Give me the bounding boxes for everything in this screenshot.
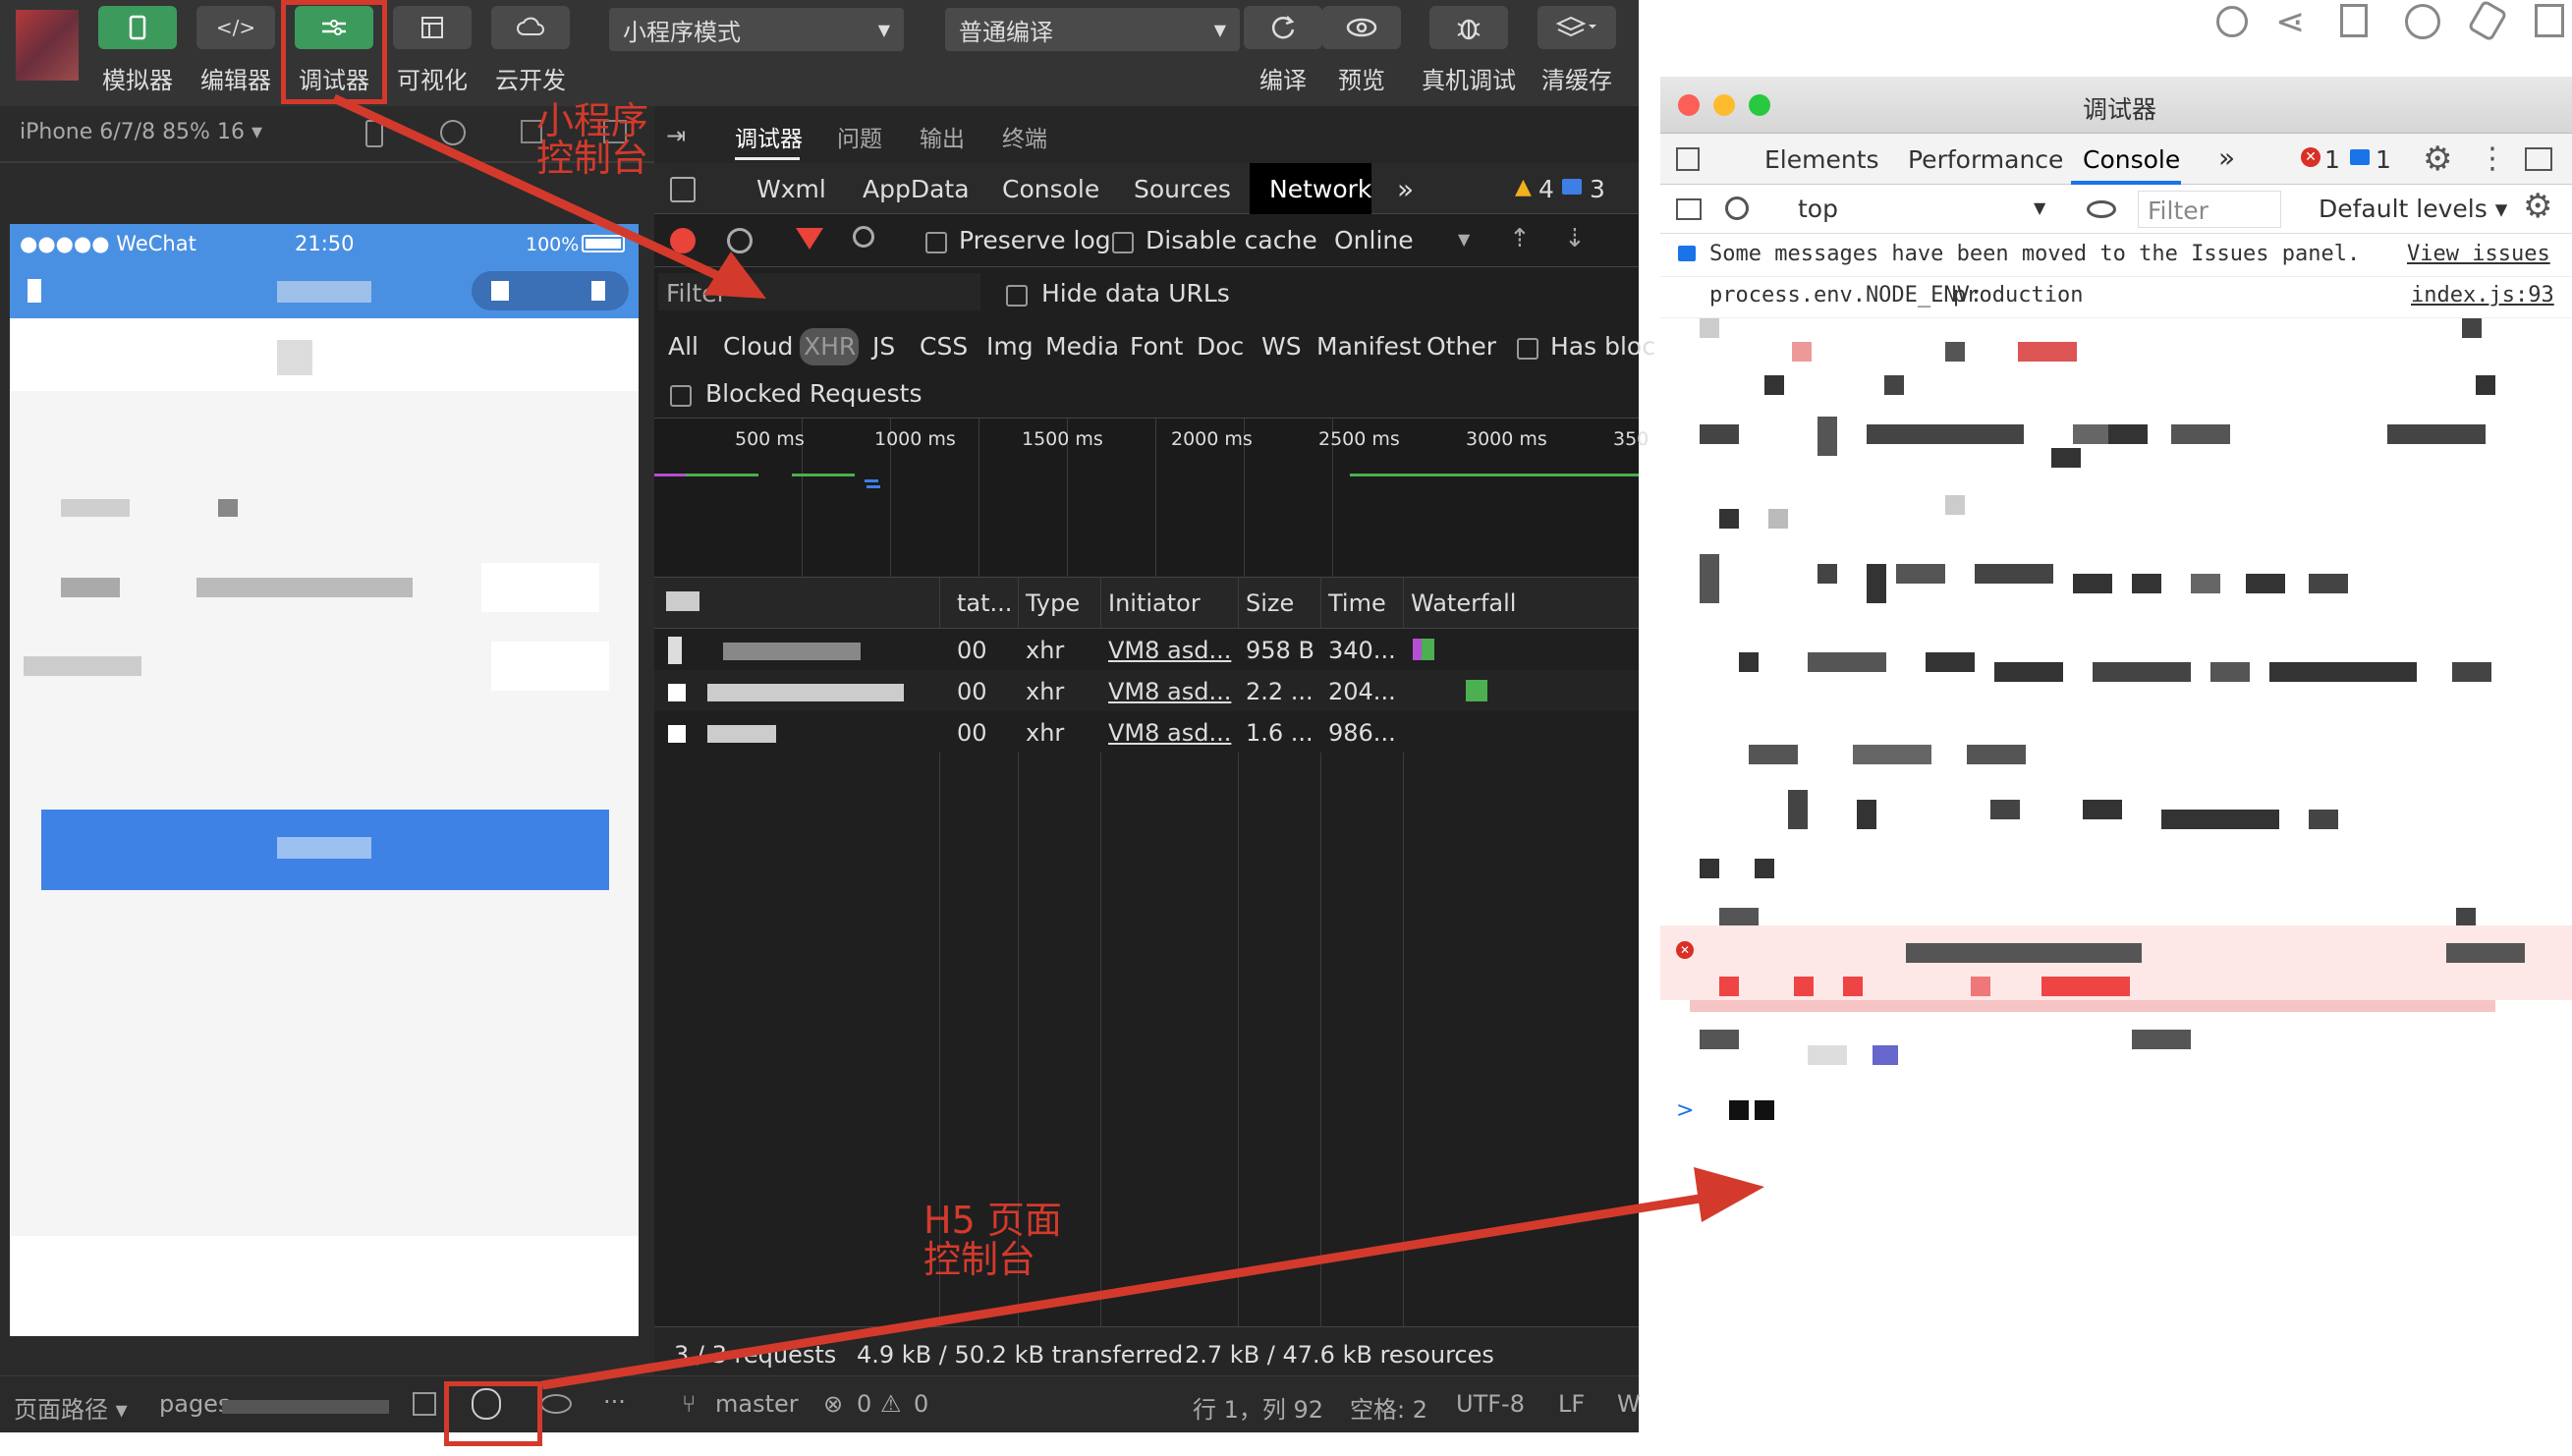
annotation-label-top: 小程序 控制台 bbox=[536, 102, 648, 177]
annotation-top-line1: 小程序 bbox=[536, 99, 649, 142]
annotation-arrows bbox=[332, 93, 1764, 1390]
arrow-line-top bbox=[332, 93, 729, 285]
annotation-bottom-line2: 控制台 bbox=[923, 1238, 1036, 1281]
annotation-label-bottom: H5 页面 控制台 bbox=[923, 1201, 1062, 1279]
annotation-top-line2: 控制台 bbox=[536, 137, 649, 180]
screen: 模拟器 </> 编辑器 调试器 可视化 云开发 小程序模式 ▼ 普通编译 ▼ 编 bbox=[0, 0, 2572, 1456]
arrow-line-bottom bbox=[541, 1194, 1701, 1390]
annotation-bottom-line1: H5 页面 bbox=[923, 1199, 1062, 1242]
arrow-head-bottom bbox=[1694, 1167, 1764, 1222]
